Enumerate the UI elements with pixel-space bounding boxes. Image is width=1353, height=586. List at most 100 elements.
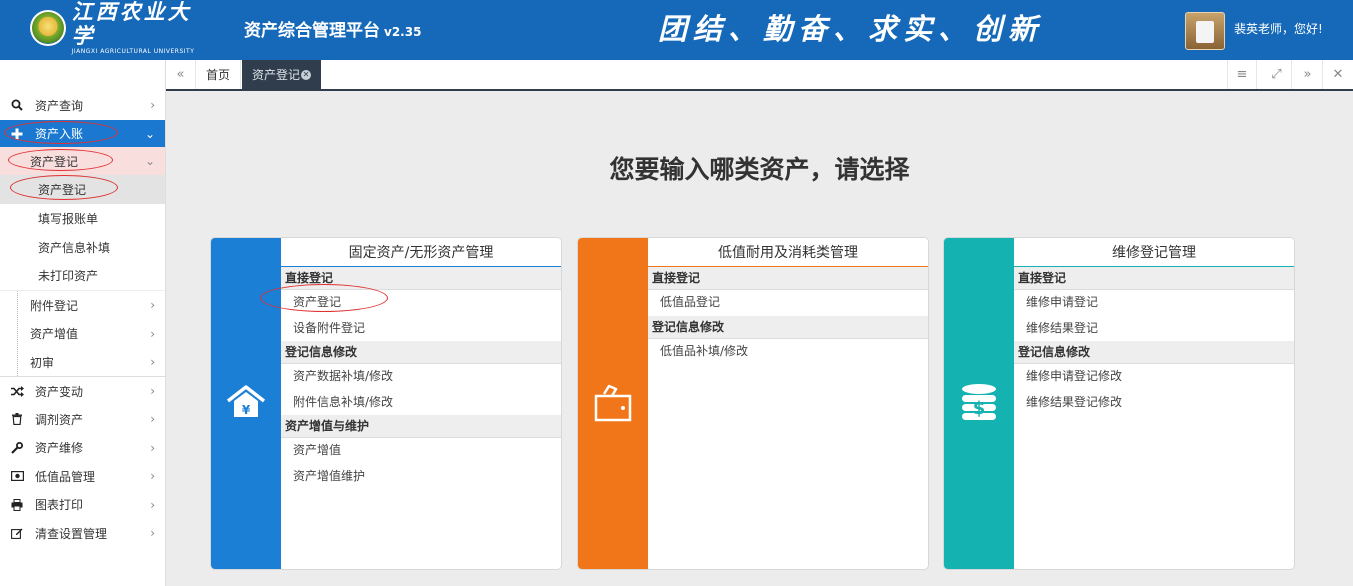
sidebar-item-chart-print[interactable]: 图表打印 ›: [0, 490, 165, 519]
sidebar-item-asset-query[interactable]: 资产查询 ›: [0, 90, 165, 120]
app-version: v2.35: [384, 25, 422, 39]
sidebar-item-label: 填写报账单: [38, 212, 99, 226]
scroll-tabs-left-button[interactable]: «: [166, 60, 196, 89]
svg-text:$: $: [973, 398, 986, 419]
tab-home[interactable]: 首页: [196, 60, 242, 89]
sidebar-leaf-asset-register[interactable]: 资产登记: [0, 175, 165, 204]
card-link-asset-register[interactable]: 资产登记: [281, 290, 561, 316]
sidebar-item-asset-change[interactable]: 资产变动 ›: [0, 376, 165, 405]
search-icon: [10, 98, 24, 112]
university-logo[interactable]: 江西农业大学 JIANGXI AGRICULTURAL UNIVERSITY: [30, 0, 214, 55]
tab-close-icon[interactable]: ✕: [301, 69, 312, 80]
sidebar-item-label: 图表打印: [35, 498, 84, 512]
chevron-right-icon: ›: [150, 469, 155, 483]
card-body: 直接登记 资产登记 设备附件登记 登记信息修改 资产数据补填/修改 附件信息补填…: [281, 267, 561, 489]
card-link-low-value-edit[interactable]: 低值品补填/修改: [648, 339, 928, 365]
card-section-header: 登记信息修改: [1014, 341, 1294, 364]
sidebar-item-label: 资产信息补填: [38, 240, 111, 255]
sidebar-item-asset-repair[interactable]: 资产维修 ›: [0, 433, 165, 462]
sidebar-item-asset-entry[interactable]: 资产入账 ⌄: [0, 120, 165, 147]
card-side-panel: [578, 238, 648, 569]
app-title: 资产综合管理平台 v2.35: [244, 20, 421, 43]
card-link-equipment-attachment[interactable]: 设备附件登记: [281, 316, 561, 342]
card-link-repair-result-edit[interactable]: 维修结果登记修改: [1014, 390, 1294, 416]
sidebar-item-label: 资产登记: [38, 183, 87, 197]
card-fixed-assets: ¥ 固定资产/无形资产管理 直接登记 资产登记 设备附件登记 登记信息修改 资产…: [210, 237, 562, 570]
card-section-header: 登记信息修改: [648, 315, 928, 339]
sidebar-item-inventory-settings[interactable]: 清查设置管理 ›: [0, 519, 165, 547]
sidebar-item-label: 清查设置管理: [35, 526, 108, 541]
sidebar-item-label: 资产变动: [35, 384, 84, 399]
top-header: 江西农业大学 JIANGXI AGRICULTURAL UNIVERSITY 资…: [0, 0, 1353, 60]
card-link-asset-data-edit[interactable]: 资产数据补填/修改: [281, 364, 561, 390]
chevron-right-icon: ›: [150, 412, 155, 426]
tab-asset-register[interactable]: 资产登记 ✕: [242, 60, 322, 89]
scroll-tabs-right-button[interactable]: »: [1293, 60, 1323, 89]
card-title: 维修登记管理: [1014, 238, 1294, 267]
sidebar-item-label: 附件登记: [30, 298, 79, 313]
card-link-low-value-register[interactable]: 低值品登记: [648, 290, 928, 316]
card-side-panel: $: [944, 238, 1014, 569]
tab-menu-button[interactable]: ≡: [1227, 60, 1257, 89]
card-link-repair-request-edit[interactable]: 维修申请登记修改: [1014, 364, 1294, 390]
sidebar-leaf-unprinted-assets[interactable]: 未打印资产: [0, 261, 165, 290]
card-link-asset-appreciation-maint[interactable]: 资产增值维护: [281, 464, 561, 490]
card-link-attachment-info-edit[interactable]: 附件信息补填/修改: [281, 390, 561, 416]
sidebar-item-label: 未打印资产: [38, 269, 99, 283]
wrench-icon: [10, 441, 24, 455]
sidebar-item-label: 调剂资产: [35, 412, 84, 427]
sidebar-subitem-asset-appreciation[interactable]: 资产增值 ›: [0, 319, 165, 348]
slogan: 团结、勤奋、求实、创新: [658, 12, 1044, 46]
sidebar-item-label: 初审: [30, 355, 55, 370]
tab-bar: « 首页 资产登记 ✕ ≡ ⤢ » ✕: [166, 60, 1353, 91]
card-link-repair-result[interactable]: 维修结果登记: [1014, 316, 1294, 342]
card-section-header: 直接登记: [1014, 267, 1294, 290]
svg-text:¥: ¥: [242, 403, 251, 417]
logo-chinese-name: 江西农业大学: [71, 0, 192, 48]
close-icon: ✕: [1332, 67, 1344, 82]
close-all-tabs-button[interactable]: ✕: [1323, 60, 1353, 89]
double-chevron-left-icon: «: [176, 67, 185, 82]
sidebar-leaf-fill-reimbursement[interactable]: 填写报账单: [0, 204, 165, 233]
sidebar-item-transfer-assets[interactable]: 调剂资产 ›: [0, 405, 165, 433]
page-question: 您要输入哪类资产，请选择: [609, 155, 910, 184]
sidebar-item-label: 资产入账: [35, 127, 84, 141]
money-icon: [10, 469, 24, 483]
card-body: 直接登记 低值品登记 登记信息修改 低值品补填/修改: [648, 267, 928, 364]
sidebar-subitem-attachment-register[interactable]: 附件登记 ›: [0, 290, 165, 319]
coins-dollar-icon: $: [959, 382, 999, 426]
app-title-text: 资产综合管理平台: [244, 21, 380, 41]
chevron-right-icon: ›: [150, 497, 155, 512]
card-title: 固定资产/无形资产管理: [281, 238, 561, 267]
chevron-right-icon: ›: [150, 355, 155, 369]
sidebar-leaf-asset-info-supplement[interactable]: 资产信息补填: [0, 233, 165, 261]
sidebar-subitem-initial-review[interactable]: 初审 ›: [0, 348, 165, 376]
sidebar: 资产查询 › 资产入账 ⌄ 资产登记 ⌄ 资产登记 填写报账单 资产信息补填 未…: [0, 60, 166, 586]
chevron-right-icon: ›: [150, 440, 155, 455]
sidebar-item-low-value-mgmt[interactable]: 低值品管理 ›: [0, 462, 165, 490]
house-yuan-icon: ¥: [225, 384, 267, 424]
chevron-right-icon: ›: [150, 526, 155, 540]
chevron-down-icon: ⌄: [144, 154, 155, 168]
fullscreen-button[interactable]: ⤢: [1262, 60, 1292, 89]
sidebar-item-label: 资产维修: [35, 441, 84, 455]
chevron-right-icon: ›: [150, 98, 155, 112]
tab-label: 首页: [206, 68, 231, 82]
chevron-down-icon: ⌄: [144, 126, 155, 141]
sidebar-subitem-asset-register-group[interactable]: 资产登记 ⌄: [0, 147, 165, 175]
card-link-repair-request[interactable]: 维修申请登记: [1014, 290, 1294, 316]
card-repair: $ 维修登记管理 直接登记 维修申请登记 维修结果登记 登记信息修改 维修申请登…: [943, 237, 1295, 570]
card-link-asset-appreciation[interactable]: 资产增值: [281, 438, 561, 464]
card-low-value: 低值耐用及消耗类管理 直接登记 低值品登记 登记信息修改 低值品补填/修改: [577, 237, 929, 570]
card-section-header: 资产增值与维护: [281, 415, 561, 438]
card-side-panel: ¥: [211, 238, 281, 569]
print-icon: [10, 498, 24, 512]
wallet-icon: [593, 382, 633, 426]
sidebar-item-label: 资产增值: [30, 327, 79, 341]
chevron-right-icon: ›: [150, 326, 155, 341]
trash-icon: [10, 412, 24, 426]
logo-english-name: JIANGXI AGRICULTURAL UNIVERSITY: [71, 48, 195, 55]
card-section-header: 登记信息修改: [281, 341, 561, 364]
user-greeting[interactable]: 裴英老师，您好!: [1234, 20, 1323, 38]
user-avatar[interactable]: [1185, 12, 1225, 50]
